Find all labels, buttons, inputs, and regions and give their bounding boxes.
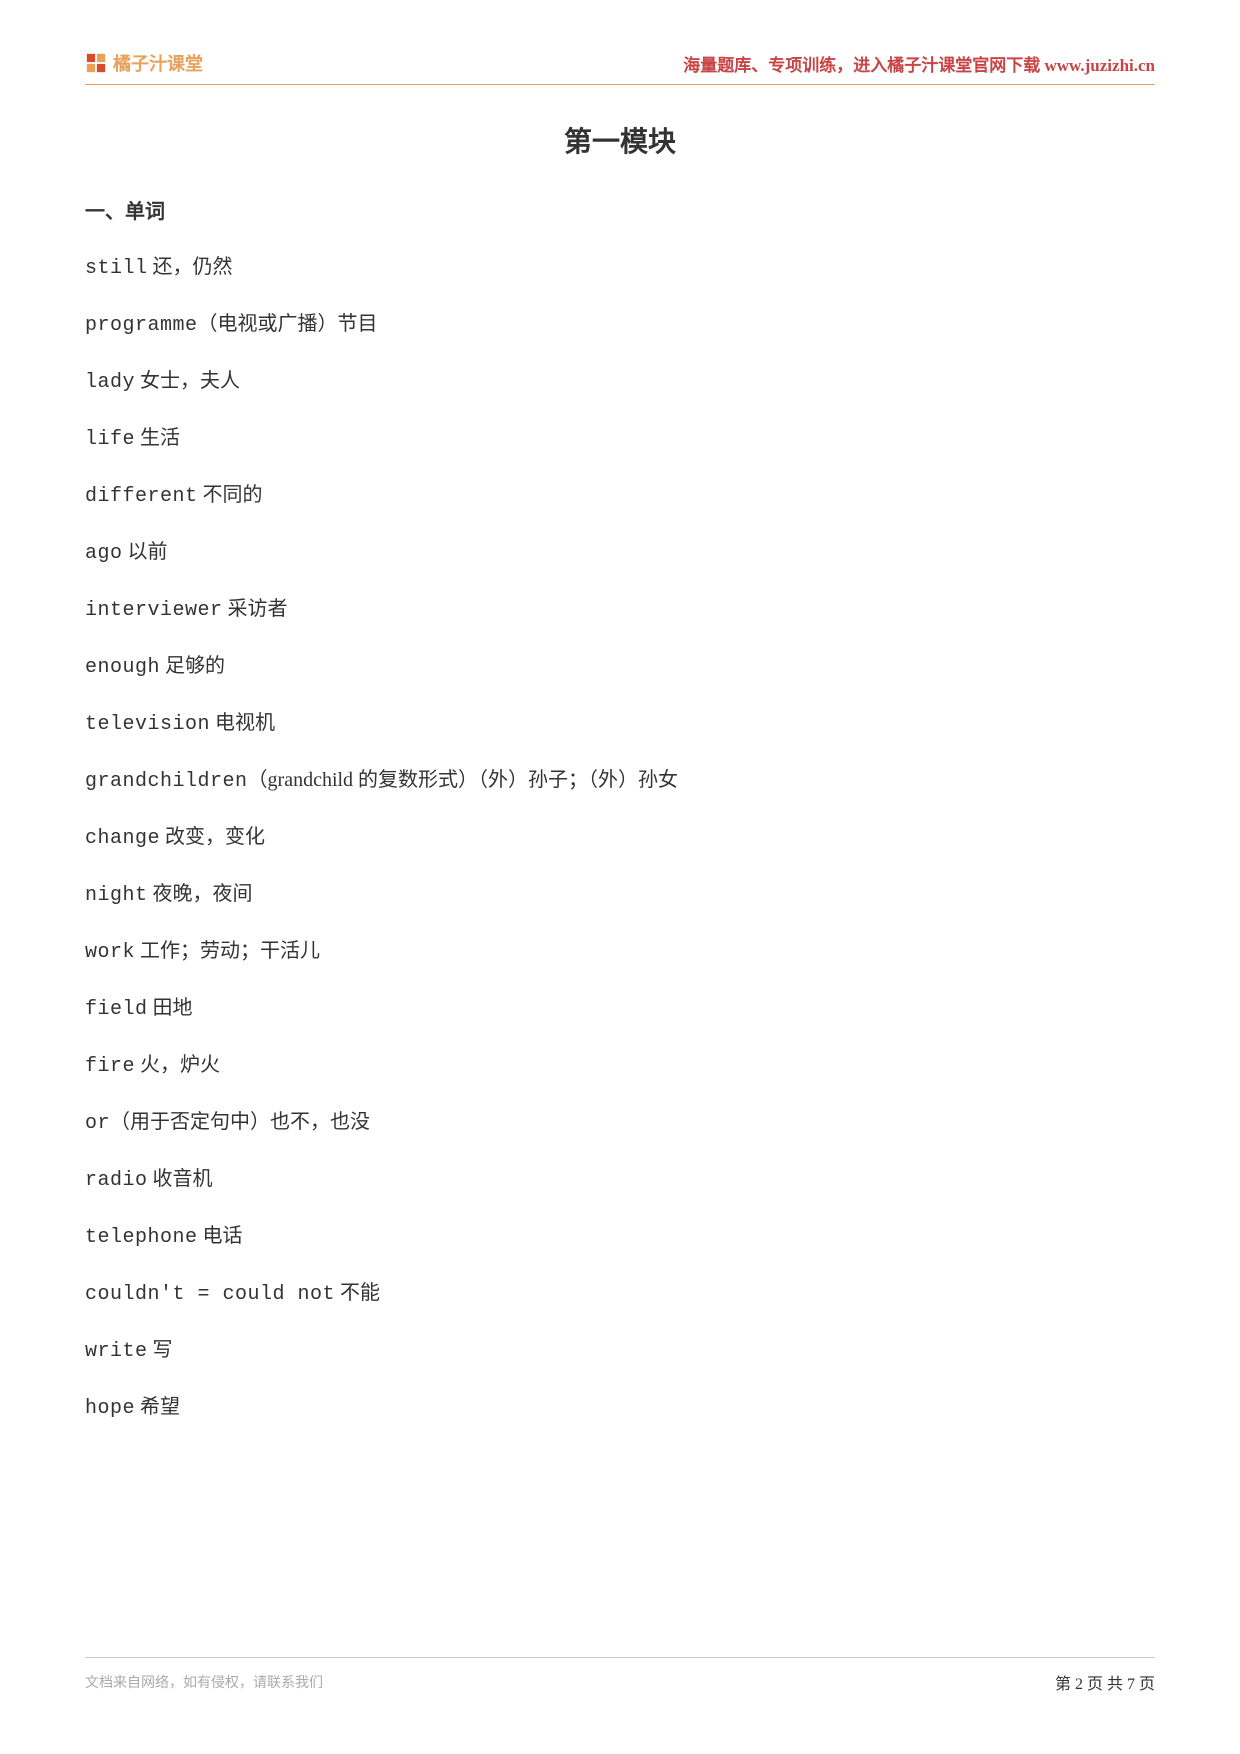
vocab-chinese: 女士，夫人 bbox=[135, 370, 240, 392]
vocab-english: enough bbox=[85, 656, 160, 679]
vocab-english: programme bbox=[85, 314, 198, 337]
vocab-item: still 还，仍然 bbox=[85, 250, 1155, 280]
logo: 橘子汁课堂 bbox=[85, 50, 203, 76]
vocab-chinese: 工作；劳动；干活儿 bbox=[135, 940, 320, 962]
page-container: 橘子汁课堂 海量题库、专项训练，进入橘子汁课堂官网下载 www.juzizhi.… bbox=[0, 0, 1240, 1754]
page-number: 第 2 页 共 7 页 bbox=[1055, 1670, 1155, 1694]
vocab-english: write bbox=[85, 1340, 148, 1363]
vocab-item: television 电视机 bbox=[85, 706, 1155, 736]
vocab-chinese: 以前 bbox=[123, 541, 168, 563]
page-header: 橘子汁课堂 海量题库、专项训练，进入橘子汁课堂官网下载 www.juzizhi.… bbox=[85, 50, 1155, 85]
vocab-item: lady 女士，夫人 bbox=[85, 364, 1155, 394]
vocab-item: change 改变，变化 bbox=[85, 820, 1155, 850]
header-tagline: 海量题库、专项训练，进入橘子汁课堂官网下载 www.juzizhi.cn bbox=[683, 51, 1155, 76]
content-area: 第一模块 一、单词 still 还，仍然 programme（电视或广播）节目 la… bbox=[85, 120, 1155, 1637]
vocab-english: radio bbox=[85, 1169, 148, 1192]
vocab-english: still bbox=[85, 257, 148, 280]
vocab-item: different 不同的 bbox=[85, 478, 1155, 508]
vocab-chinese: （电视或广播）节目 bbox=[198, 313, 378, 335]
vocab-chinese: 足够的 bbox=[160, 655, 225, 677]
vocab-chinese: 收音机 bbox=[148, 1168, 213, 1190]
vocab-item: field 田地 bbox=[85, 991, 1155, 1021]
vocab-chinese: 生活 bbox=[135, 427, 180, 449]
vocab-english: fire bbox=[85, 1055, 135, 1078]
section-title: 一、单词 bbox=[85, 195, 1155, 224]
vocab-item: night 夜晚，夜间 bbox=[85, 877, 1155, 907]
vocab-item: write 写 bbox=[85, 1333, 1155, 1363]
vocab-chinese: 夜晚，夜间 bbox=[148, 883, 253, 905]
vocab-item: hope 希望 bbox=[85, 1390, 1155, 1420]
vocab-english: couldn't = could not bbox=[85, 1283, 335, 1306]
vocab-english: work bbox=[85, 941, 135, 964]
vocab-chinese: 田地 bbox=[148, 997, 193, 1019]
vocab-english: different bbox=[85, 485, 198, 508]
vocab-item: grandchildren（grandchild 的复数形式）（外）孙子；（外）… bbox=[85, 763, 1155, 793]
page-footer: 文档来自网络，如有侵权，请联系我们 第 2 页 共 7 页 bbox=[85, 1657, 1155, 1694]
vocab-english: ago bbox=[85, 542, 123, 565]
vocab-chinese: 电话 bbox=[198, 1225, 243, 1247]
vocab-english: life bbox=[85, 428, 135, 451]
logo-icon bbox=[85, 52, 107, 74]
logo-text: 橘子汁课堂 bbox=[113, 50, 203, 76]
vocab-chinese: 电视机 bbox=[210, 712, 275, 734]
vocab-chinese: （用于否定句中）也不，也没 bbox=[110, 1111, 370, 1133]
vocab-english: interviewer bbox=[85, 599, 223, 622]
vocab-chinese: 采访者 bbox=[223, 598, 288, 620]
module-title: 第一模块 bbox=[85, 120, 1155, 160]
vocab-english: hope bbox=[85, 1397, 135, 1420]
vocab-english: field bbox=[85, 998, 148, 1021]
vocab-item: programme（电视或广播）节目 bbox=[85, 307, 1155, 337]
vocab-item: telephone 电话 bbox=[85, 1219, 1155, 1249]
vocab-chinese: 不能 bbox=[335, 1282, 380, 1304]
vocab-chinese: 写 bbox=[148, 1339, 173, 1361]
vocab-chinese: 还，仍然 bbox=[148, 256, 233, 278]
vocab-item: work 工作；劳动；干活儿 bbox=[85, 934, 1155, 964]
vocab-english: television bbox=[85, 713, 210, 736]
vocab-chinese: 改变，变化 bbox=[160, 826, 265, 848]
vocab-item: radio 收音机 bbox=[85, 1162, 1155, 1192]
vocab-english: telephone bbox=[85, 1226, 198, 1249]
vocab-item: enough 足够的 bbox=[85, 649, 1155, 679]
vocab-item: or（用于否定句中）也不，也没 bbox=[85, 1105, 1155, 1135]
vocab-item: fire 火，炉火 bbox=[85, 1048, 1155, 1078]
vocab-item: life 生活 bbox=[85, 421, 1155, 451]
vocab-english: night bbox=[85, 884, 148, 907]
vocab-chinese: （grandchild 的复数形式）（外）孙子；（外）孙女 bbox=[248, 769, 679, 791]
vocab-item: interviewer 采访者 bbox=[85, 592, 1155, 622]
vocab-english: lady bbox=[85, 371, 135, 394]
vocab-chinese: 不同的 bbox=[198, 484, 263, 506]
vocab-item: couldn't = could not 不能 bbox=[85, 1276, 1155, 1306]
vocab-chinese: 希望 bbox=[135, 1396, 180, 1418]
vocab-english: or bbox=[85, 1112, 110, 1135]
footer-disclaimer: 文档来自网络，如有侵权，请联系我们 bbox=[85, 1672, 323, 1692]
vocab-item: ago 以前 bbox=[85, 535, 1155, 565]
vocab-english: grandchildren bbox=[85, 770, 248, 793]
vocab-english: change bbox=[85, 827, 160, 850]
vocab-chinese: 火，炉火 bbox=[135, 1054, 220, 1076]
vocabulary-list: still 还，仍然 programme（电视或广播）节目 lady 女士，夫人 li… bbox=[85, 250, 1155, 1420]
